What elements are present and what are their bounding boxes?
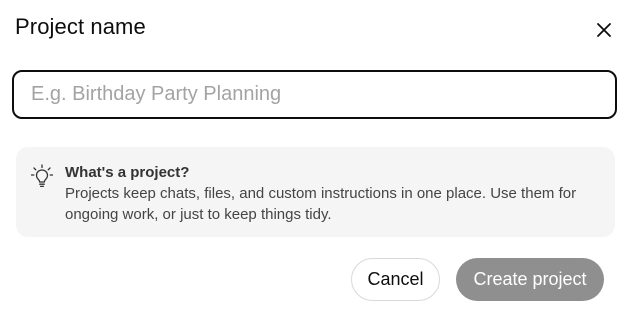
info-title: What's a project? (65, 164, 190, 181)
close-icon (597, 23, 611, 37)
lightbulb-icon (31, 164, 53, 188)
dialog-title: Project name (15, 14, 146, 39)
create-project-button[interactable]: Create project (456, 258, 604, 301)
project-name-field[interactable] (12, 70, 617, 119)
project-info-box: What's a project? Projects keep chats, f… (16, 147, 615, 237)
info-description: Projects keep chats, files, and custom i… (65, 185, 577, 223)
project-name-input[interactable] (14, 72, 615, 117)
cancel-button[interactable]: Cancel (351, 258, 440, 301)
close-button[interactable] (590, 16, 618, 44)
create-project-dialog: Project name What's a project? Projects … (0, 0, 630, 319)
